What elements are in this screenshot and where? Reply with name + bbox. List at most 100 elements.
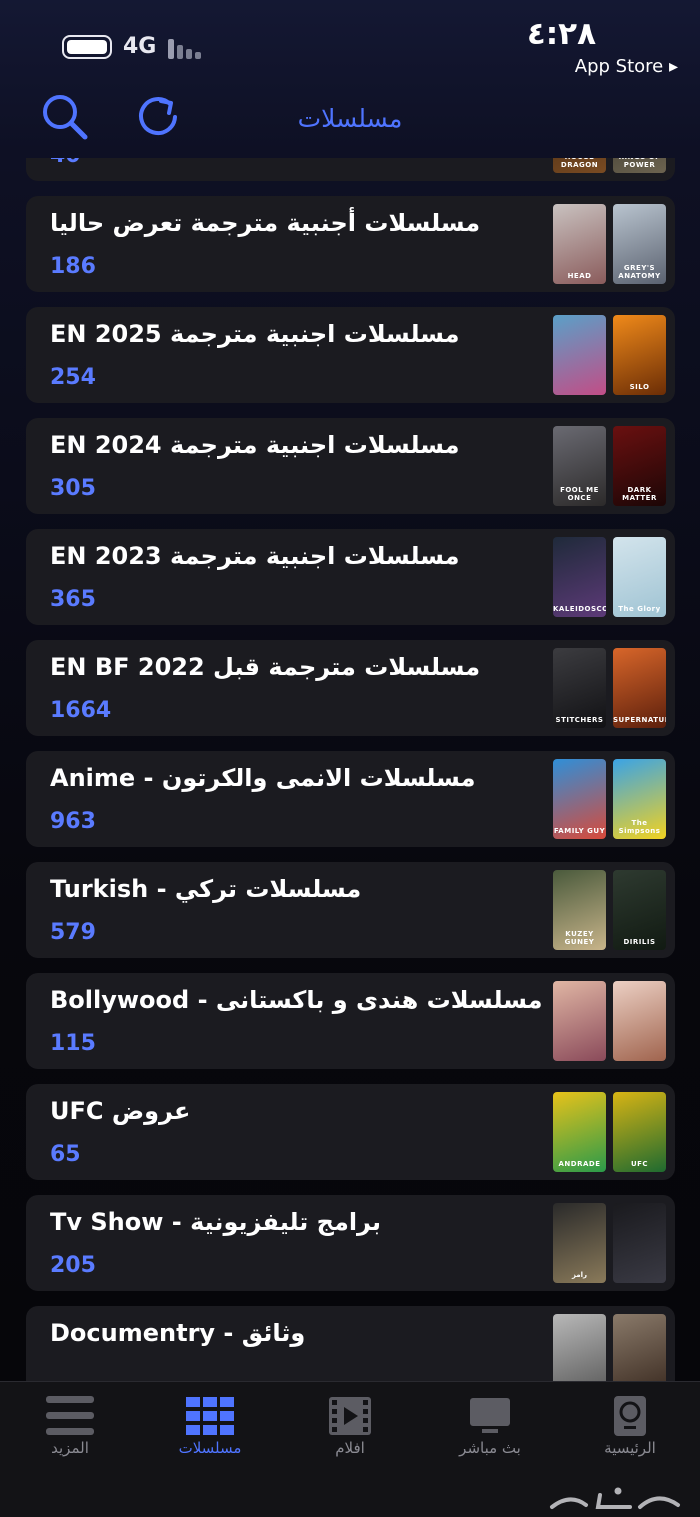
poster-caption: SILO xyxy=(629,383,650,391)
tab-live[interactable]: بث مباشر xyxy=(420,1382,560,1477)
poster-thumbnail: FAMILY GUY xyxy=(553,759,606,839)
tab-label: افلام xyxy=(335,1439,365,1457)
poster-caption: FAMILY GUY xyxy=(553,827,606,835)
poster-caption: DIRILIS xyxy=(623,938,656,946)
category-card[interactable]: وثائق - Documentry xyxy=(26,1306,675,1381)
poster-thumbnail: RINGS OF POWER xyxy=(613,158,666,173)
poster-caption: SUPERNATURAL xyxy=(613,716,666,724)
series-grid-icon xyxy=(185,1394,235,1438)
poster-caption: HOUSE DRAGON xyxy=(560,158,599,169)
category-card[interactable]: مسلسلات أجنبية مترجمة تعرض حاليا 186 HEAD G… xyxy=(26,196,675,292)
poster-caption: GREY'S ANATOMY xyxy=(618,264,661,280)
page-title: مسلسلات xyxy=(297,104,403,133)
poster-thumbnail: SUPERNATURAL xyxy=(613,648,666,728)
poster-caption: RINGS OF POWER xyxy=(619,158,660,169)
poster-thumbnail xyxy=(553,981,606,1061)
app-screen: 4G ٤:٢٨ App Store ▸ مسلسلات مسلسلات اجنب… xyxy=(0,0,700,1517)
menu-icon xyxy=(45,1394,95,1438)
category-card[interactable]: مسلسلات اجنبية مترجمة EN 2024 305 FOOL ME … xyxy=(26,418,675,514)
tab-home[interactable]: الرئيسية xyxy=(560,1382,700,1477)
poster-caption: KALEIDOSCOPE xyxy=(553,605,606,613)
poster-thumbnail: HOUSE DRAGON xyxy=(553,158,606,173)
category-card[interactable]: مسلسلات تركي - Turkish 579 KUZEY GUNEY DIRI… xyxy=(26,862,675,958)
category-count: 365 xyxy=(50,587,96,612)
battery-icon xyxy=(62,35,112,59)
category-count: 40 xyxy=(50,158,81,168)
poster-caption: UFC xyxy=(630,1160,649,1168)
category-title: عروض UFC xyxy=(50,1097,191,1125)
poster-thumbnail: FOOL ME ONCE xyxy=(553,426,606,506)
poster-caption: KUZEY GUNEY xyxy=(564,930,595,946)
poster-thumbnail: DARK MATTER xyxy=(613,426,666,506)
tab-label: المزيد xyxy=(51,1439,89,1457)
haraj-logo-icon xyxy=(550,1487,680,1509)
tab-series[interactable]: مسلسلات xyxy=(140,1382,280,1477)
category-card[interactable]: مسلسلات اجنبية مترجمة EN 2023 365 KALEIDOS… xyxy=(26,529,675,625)
network-type: 4G xyxy=(123,34,157,59)
category-count: 963 xyxy=(50,809,96,834)
refresh-button[interactable] xyxy=(132,90,184,142)
category-count: 254 xyxy=(50,365,96,390)
back-to-app-store-link[interactable]: App Store ▸ xyxy=(575,56,678,77)
tv-icon xyxy=(465,1394,515,1438)
category-title: مسلسلات الانمى والكرتون - Anime xyxy=(50,764,476,792)
poster-thumbnail: KUZEY GUNEY xyxy=(553,870,606,950)
poster-thumbnail: ANDRADE xyxy=(553,1092,606,1172)
category-card[interactable]: برامج تليفزيونية - Tv Show 205 رامز xyxy=(26,1195,675,1291)
refresh-icon xyxy=(139,97,177,135)
poster-caption: HEAD xyxy=(567,272,592,280)
category-card[interactable]: مسلسلات اجنبيه 4K مترجمة40HOUSE DRAGONRI… xyxy=(26,158,675,181)
home-icon xyxy=(605,1394,655,1438)
poster-thumbnail: STITCHERS xyxy=(553,648,606,728)
poster-thumbnail: The Simpsons xyxy=(613,759,666,839)
category-title: برامج تليفزيونية - Tv Show xyxy=(50,1208,381,1236)
poster-caption: FOOL ME ONCE xyxy=(560,486,599,502)
category-count: 65 xyxy=(50,1142,81,1167)
tab-label: مسلسلات xyxy=(178,1439,242,1457)
category-list-viewport[interactable]: مسلسلات اجنبيه 4K مترجمة40HOUSE DRAGONRI… xyxy=(0,158,700,1381)
tab-more[interactable]: المزيد xyxy=(0,1382,140,1477)
category-card[interactable]: مسلسلات الانمى والكرتون - Anime 963 FAMILY… xyxy=(26,751,675,847)
category-title: مسلسلات اجنبية مترجمة EN 2023 xyxy=(50,542,460,570)
poster-thumbnail xyxy=(553,315,606,395)
category-title: مسلسلات هندى و باكستانى - Bollywood xyxy=(50,986,543,1014)
poster-thumbnail: KALEIDOSCOPE xyxy=(553,537,606,617)
status-time: ٤:٢٨ xyxy=(526,16,596,52)
category-count: 186 xyxy=(50,254,96,279)
category-card[interactable]: عروض UFC 65 ANDRADE UFC xyxy=(26,1084,675,1180)
poster-caption: DARK MATTER xyxy=(622,486,657,502)
poster-thumbnail xyxy=(613,981,666,1061)
bottom-tab-bar: المزيد مسلسلات افلام بث مباشر الرئيسية xyxy=(0,1381,700,1517)
category-title: مسلسلات أجنبية مترجمة تعرض حاليا xyxy=(50,209,481,237)
category-card[interactable]: مسلسلات اجنبية مترجمة EN 2025 254 SILO xyxy=(26,307,675,403)
poster-thumbnail: SILO xyxy=(613,315,666,395)
poster-thumbnail: رامز xyxy=(553,1203,606,1283)
category-card[interactable]: مسلسلات هندى و باكستانى - Bollywood 115 xyxy=(26,973,675,1069)
poster-thumbnail: GREY'S ANATOMY xyxy=(613,204,666,284)
search-icon xyxy=(43,95,88,140)
category-card[interactable]: مسلسلات مترجمة قبل EN BF 2022 1664 STITCHE… xyxy=(26,640,675,736)
category-title: مسلسلات تركي - Turkish xyxy=(50,875,362,903)
film-icon xyxy=(325,1394,375,1438)
category-count: 579 xyxy=(50,920,96,945)
category-title: مسلسلات مترجمة قبل EN BF 2022 xyxy=(50,653,481,681)
tab-label: الرئيسية xyxy=(604,1439,656,1457)
category-title: مسلسلات اجنبية مترجمة EN 2025 xyxy=(50,320,460,348)
poster-caption: ANDRADE xyxy=(558,1160,601,1168)
tab-movies[interactable]: افلام xyxy=(280,1382,420,1477)
poster-thumbnail: DIRILIS xyxy=(613,870,666,950)
search-button[interactable] xyxy=(38,90,90,142)
poster-thumbnail xyxy=(613,1203,666,1283)
category-count: 115 xyxy=(50,1031,96,1056)
category-count: 1664 xyxy=(50,698,112,723)
poster-caption: رامز xyxy=(571,1271,588,1279)
signal-bars-icon xyxy=(168,37,208,59)
poster-thumbnail xyxy=(553,1314,606,1381)
status-bar: 4G ٤:٢٨ App Store ▸ xyxy=(0,0,700,86)
category-count: 205 xyxy=(50,1253,96,1278)
category-title: وثائق - Documentry xyxy=(50,1319,306,1347)
poster-thumbnail: UFC xyxy=(613,1092,666,1172)
category-count: 305 xyxy=(50,476,96,501)
poster-caption: STITCHERS xyxy=(555,716,604,724)
poster-thumbnail: The Glory xyxy=(613,537,666,617)
